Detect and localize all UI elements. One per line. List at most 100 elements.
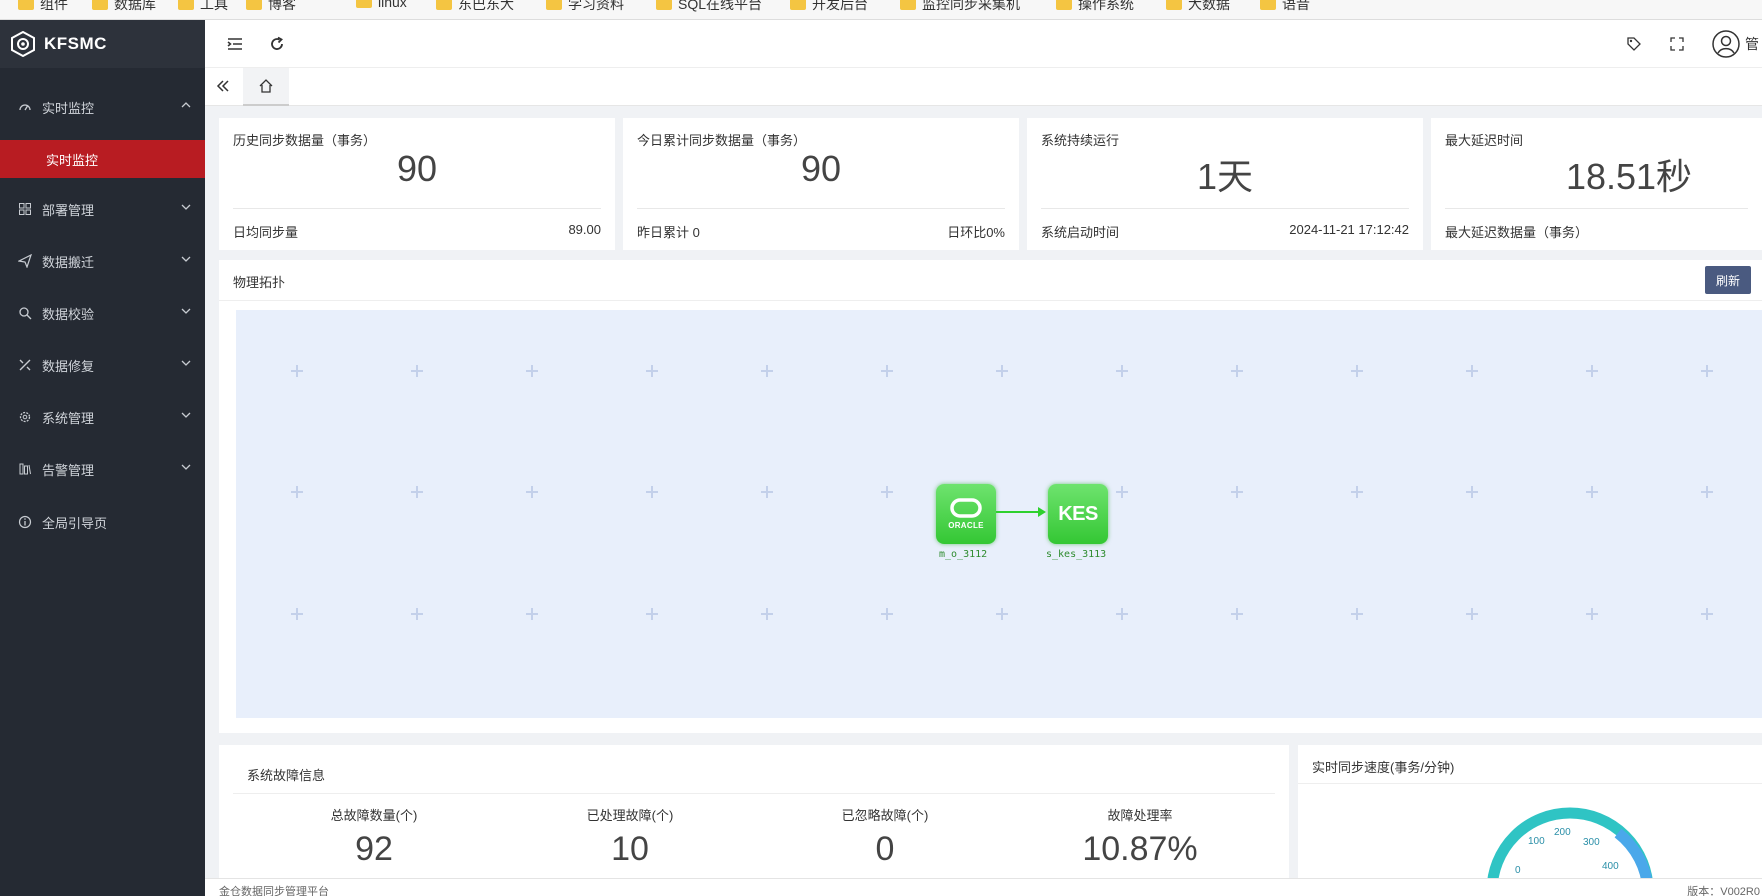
sidebar-item-data-repair[interactable]: 数据修复 <box>0 343 205 387</box>
fault-label: 已处理故障(个) <box>586 808 674 823</box>
grid-marker <box>1586 486 1598 498</box>
chevron-down-icon <box>181 412 191 418</box>
send-icon <box>18 254 32 268</box>
folder-icon <box>900 0 916 10</box>
chevron-down-icon <box>181 360 191 366</box>
node-logo-text: ORACLE <box>948 521 984 530</box>
fullscreen-icon[interactable] <box>1667 34 1687 54</box>
sidebar-item-label: 告警管理 <box>42 462 95 478</box>
grid-marker <box>1466 486 1478 498</box>
tab-home[interactable] <box>243 68 289 106</box>
sidebar-item-label: 部署管理 <box>42 202 95 218</box>
bookmark[interactable]: 组件 <box>18 0 68 14</box>
topology-canvas[interactable]: ORACLE m_o_3112 KES s_kes_3113 <box>236 310 1762 718</box>
bookmark[interactable]: 操作系统 <box>1056 0 1134 14</box>
home-icon <box>259 79 273 93</box>
bookmark[interactable]: 开发后台 <box>790 0 868 14</box>
grid-marker <box>1351 365 1363 377</box>
stat-foot-label: 最大延迟数据量（事务） <box>1445 225 1589 240</box>
bookmark[interactable]: 博客 <box>246 0 296 14</box>
bookmark[interactable]: 语音 <box>1260 0 1310 14</box>
oracle-source-node[interactable]: ORACLE <box>936 484 996 544</box>
sync-link-arrow <box>996 507 1046 517</box>
stat-title: 历史同步数据量（事务） <box>233 133 377 148</box>
bookmark[interactable]: 学习资料 <box>546 0 624 14</box>
fault-rate: 故障处理率 10.87% <box>1040 805 1240 869</box>
repair-icon <box>19 359 31 371</box>
gauge-tick: 100 <box>1528 836 1545 847</box>
sidebar-item-alarm[interactable]: 告警管理 <box>0 447 205 491</box>
grid-marker <box>1466 608 1478 620</box>
stat-foot-label: 日均同步量 <box>233 225 299 240</box>
grid-marker <box>1351 608 1363 620</box>
fault-label: 已忽略故障(个) <box>841 808 929 823</box>
bookmark[interactable]: 东巴东大 <box>436 0 514 14</box>
bookmark[interactable]: SQL在线平台 <box>656 0 762 14</box>
grid-marker <box>291 365 303 377</box>
kes-target-node[interactable]: KES <box>1048 484 1108 544</box>
sidebar-item-system[interactable]: 系统管理 <box>0 395 205 439</box>
folder-icon <box>178 0 194 10</box>
sidebar-item-deploy[interactable]: 部署管理 <box>0 187 205 231</box>
sidebar-item-label: 数据搬迁 <box>42 254 95 270</box>
stat-card-max-delay: 最大延迟时间 18.51秒 最大延迟数据量（事务） <box>1431 118 1762 250</box>
grid-marker <box>291 608 303 620</box>
sidebar-item-label: 系统管理 <box>42 410 95 426</box>
tag-icon[interactable] <box>1624 34 1644 54</box>
divider <box>233 208 601 209</box>
bookmark[interactable]: linux <box>356 0 407 10</box>
sidebar-item-data-migration[interactable]: 数据搬迁 <box>0 239 205 283</box>
chevron-down-icon <box>181 464 191 470</box>
sidebar-item-guide[interactable]: 全局引导页 <box>0 500 205 544</box>
chevron-down-icon <box>181 308 191 314</box>
grid-marker <box>411 486 423 498</box>
dashboard-icon <box>19 104 31 111</box>
folder-icon <box>1260 0 1276 10</box>
refresh-icon[interactable] <box>267 34 287 54</box>
fault-total: 总故障数量(个) 92 <box>274 805 474 869</box>
grid-marker <box>1116 365 1128 377</box>
sidebar-item-realtime-monitor[interactable]: 实时监控 <box>0 85 205 129</box>
grid-marker <box>761 486 773 498</box>
bookmark[interactable]: 工具 <box>178 0 228 14</box>
app-logo[interactable]: KFSMC <box>0 20 205 68</box>
oracle-logo-icon <box>950 498 982 518</box>
user-name[interactable]: 管 <box>1745 34 1759 54</box>
divider <box>1041 208 1409 209</box>
grid-marker <box>1231 486 1243 498</box>
stat-foot-value: 2024-11-21 17:12:42 <box>1289 222 1409 237</box>
stat-foot-value: 89.00 <box>568 222 601 237</box>
bookmark[interactable]: 监控同步采集机 <box>900 0 1020 14</box>
sidebar-subitem-realtime-monitor[interactable]: 实时监控 <box>0 140 205 178</box>
alarm-icon <box>19 463 31 475</box>
stat-value: 1天 <box>1196 156 1254 197</box>
menu-fold-icon[interactable] <box>225 34 245 54</box>
folder-icon <box>1056 0 1072 10</box>
collapse-tabs-icon[interactable] <box>215 78 233 96</box>
stat-title: 今日累计同步数据量（事务） <box>637 133 807 148</box>
sidebar: KFSMC 实时监控 实时监控 部署管理 数据搬迁 数据校验 数据修复 系统管理… <box>0 20 205 896</box>
node-logo-text: KES <box>1058 502 1098 525</box>
folder-icon <box>546 0 562 10</box>
sidebar-item-label: 数据校验 <box>42 306 95 322</box>
refresh-button[interactable]: 刷新 <box>1705 266 1751 294</box>
fault-ignored: 已忽略故障(个) 0 <box>785 805 985 869</box>
bookmark[interactable]: 大数据 <box>1166 0 1230 14</box>
footer-platform-name: 金仓数据同步管理平台 <box>219 886 329 896</box>
folder-icon <box>356 0 372 8</box>
stat-value: 18.51秒 <box>1565 156 1693 197</box>
bookmark[interactable]: 数据库 <box>92 0 156 14</box>
footer-version: 版本：V002R0 <box>1687 886 1760 896</box>
grid-marker <box>646 365 658 377</box>
chevron-down-icon <box>181 204 191 210</box>
sidebar-item-label: 数据修复 <box>42 358 95 374</box>
footer: 金仓数据同步管理平台 版本：V002R0 <box>205 878 1762 896</box>
chevron-down-icon <box>181 256 191 262</box>
fault-value: 10 <box>611 830 649 868</box>
user-avatar-icon[interactable] <box>1710 28 1742 60</box>
sidebar-item-data-verify[interactable]: 数据校验 <box>0 291 205 335</box>
grid-marker <box>1701 365 1713 377</box>
grid-marker <box>1351 486 1363 498</box>
grid-icon <box>19 203 31 215</box>
grid-marker <box>996 365 1008 377</box>
